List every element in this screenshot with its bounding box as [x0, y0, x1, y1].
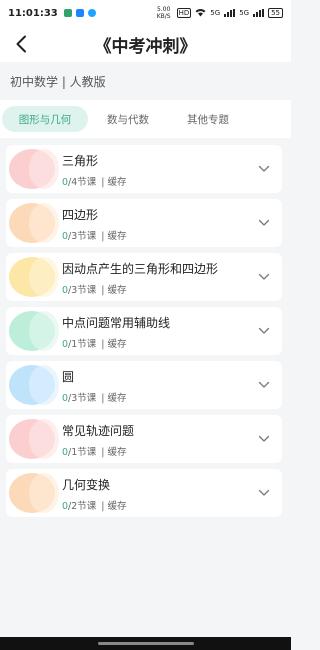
course-progress: 0/3节课 | 缓存 — [62, 393, 127, 404]
course-title: 圆 — [62, 370, 75, 384]
category-tabs: 图形与几何 数与代数 其他专题 — [0, 100, 291, 138]
course-thumbnail — [9, 311, 59, 351]
course-title: 中点问题常用辅助线 — [62, 316, 171, 330]
signal-bars-icon — [253, 9, 265, 17]
status-time: 11:01:33 — [8, 7, 58, 19]
cache-link[interactable]: | 缓存 — [101, 501, 126, 512]
system-nav-bar — [0, 637, 291, 650]
cache-link[interactable]: | 缓存 — [101, 231, 126, 242]
signal-label: 5G — [239, 9, 250, 17]
tab-geometry[interactable]: 图形与几何 — [2, 106, 88, 132]
chevron-down-icon[interactable] — [258, 433, 270, 445]
wifi-icon — [195, 8, 206, 19]
course-title: 几何变换 — [62, 478, 111, 492]
course-thumbnail — [9, 473, 59, 513]
course-progress: 0/1节课 | 缓存 — [62, 447, 127, 458]
course-item[interactable]: 几何变换 0/2节课 | 缓存 — [6, 469, 282, 517]
course-title: 三角形 — [62, 154, 99, 168]
course-thumbnail — [9, 203, 59, 243]
hd-badge: HD — [176, 8, 192, 18]
back-button[interactable] — [10, 32, 32, 56]
app-notification-icon — [87, 9, 96, 17]
course-progress: 0/2节课 | 缓存 — [62, 501, 127, 512]
app-notification-icon — [75, 9, 84, 17]
tab-other-topics[interactable]: 其他专题 — [168, 106, 248, 132]
chevron-down-icon[interactable] — [258, 487, 270, 499]
course-progress: 0/1节课 | 缓存 — [62, 339, 127, 350]
chevron-down-icon[interactable] — [258, 271, 270, 283]
course-item[interactable]: 四边形 0/3节课 | 缓存 — [6, 199, 282, 247]
status-indicators: 5.00 KB/S HD 5G 5G 55 — [155, 6, 283, 20]
cache-link[interactable]: | 缓存 — [101, 285, 126, 296]
course-item[interactable]: 圆 0/3节课 | 缓存 — [6, 361, 282, 409]
course-title: 四边形 — [62, 208, 99, 222]
course-item[interactable]: 中点问题常用辅助线 0/1节课 | 缓存 — [6, 307, 282, 355]
cache-link[interactable]: | 缓存 — [101, 339, 126, 350]
course-progress: 0/3节课 | 缓存 — [62, 231, 127, 242]
chevron-down-icon[interactable] — [258, 163, 270, 175]
subject-label: 初中数学 | 人教版 — [0, 62, 291, 100]
course-item[interactable]: 三角形 0/4节课 | 缓存 — [6, 145, 282, 193]
course-item[interactable]: 因动点产生的三角形和四边形 0/3节课 | 缓存 — [6, 253, 282, 301]
network-speed: 5.00 KB/S — [156, 6, 171, 20]
signal-label: 5G — [210, 9, 221, 17]
subject-text: 初中数学 | 人教版 — [10, 74, 106, 89]
chevron-down-icon[interactable] — [258, 379, 270, 391]
cache-link[interactable]: | 缓存 — [101, 447, 126, 458]
course-progress: 0/4节课 | 缓存 — [62, 177, 127, 188]
cache-link[interactable]: | 缓存 — [101, 177, 126, 188]
course-thumbnail — [9, 365, 59, 405]
back-arrow-icon — [16, 35, 26, 53]
status-bar: 11:01:33 5.00 KB/S HD 5G 5G 55 — [0, 0, 291, 26]
signal-bars-icon — [224, 9, 236, 17]
battery-icon: 55 — [268, 8, 283, 18]
course-list: 三角形 0/4节课 | 缓存 四边形 0/3节课 | 缓存 因动点产生的三角形和四边… — [6, 145, 282, 523]
course-thumbnail — [9, 419, 59, 459]
course-title: 常见轨迹问题 — [62, 424, 135, 438]
course-item[interactable]: 常见轨迹问题 0/1节课 | 缓存 — [6, 415, 282, 463]
cache-link[interactable]: | 缓存 — [101, 393, 126, 404]
chevron-down-icon[interactable] — [258, 325, 270, 337]
status-app-icons — [63, 9, 96, 17]
course-thumbnail — [9, 149, 59, 189]
home-gesture-handle[interactable] — [97, 642, 194, 645]
app-notification-icon — [63, 9, 72, 17]
header: 《中考冲刺》 — [0, 26, 291, 62]
course-progress: 0/3节课 | 缓存 — [62, 285, 127, 296]
tab-algebra[interactable]: 数与代数 — [88, 106, 168, 132]
chevron-down-icon[interactable] — [258, 217, 270, 229]
course-title: 因动点产生的三角形和四边形 — [62, 262, 219, 276]
course-thumbnail — [9, 257, 59, 297]
page-title: 《中考冲刺》 — [94, 36, 197, 57]
